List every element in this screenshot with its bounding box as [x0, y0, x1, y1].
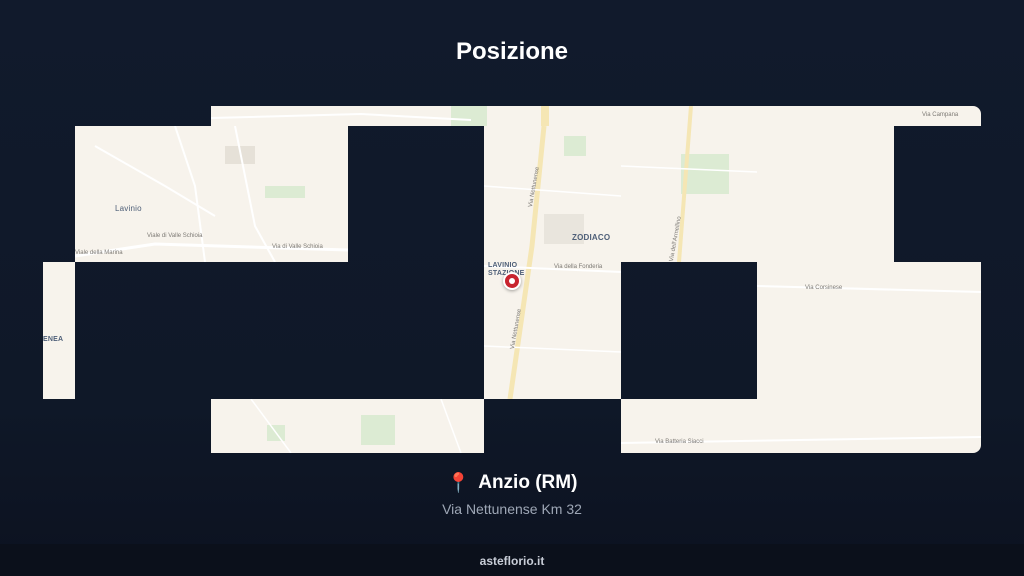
map-tile: Via dell'Armellino: [621, 106, 894, 262]
pin-icon: 📍: [446, 472, 471, 494]
road-label: Viale della Marina: [75, 250, 123, 256]
map-marker-icon[interactable]: [503, 272, 521, 290]
map-tile: Via Batteria Siacci: [621, 399, 981, 453]
map-tile: ENEA: [43, 262, 75, 399]
location-name: Anzio (RM): [478, 472, 578, 493]
place-label: Lavinio: [115, 204, 142, 213]
road-label: Via di Valle Schioia: [272, 244, 323, 250]
location-address: Via Nettunense Km 32: [442, 501, 582, 517]
location-title: 📍 Anzio (RM): [0, 472, 1024, 494]
place-label: ZODIACO: [572, 233, 611, 242]
map-tile: Via Corsinese: [757, 262, 981, 399]
road-label: Via Corsinese: [805, 285, 843, 291]
map-tile: [211, 399, 484, 453]
map-tile: Via Nettunense Via Nettunense LAVINIO ST…: [484, 126, 621, 399]
footer: asteflorio.it: [0, 544, 1024, 576]
road-label: Viale di Valle Schioia: [147, 233, 203, 239]
road-label: Via Campana: [922, 112, 959, 118]
map-tile: Lavinio Viale di Valle Schioia Via di Va…: [75, 126, 348, 262]
place-label: ENEA: [43, 336, 64, 343]
road-label: Via della Fonderia: [554, 264, 603, 270]
road-label: Via Batteria Siacci: [655, 439, 704, 445]
map-tile: Via Campana: [894, 106, 981, 126]
footer-site[interactable]: asteflorio.it: [480, 554, 545, 568]
